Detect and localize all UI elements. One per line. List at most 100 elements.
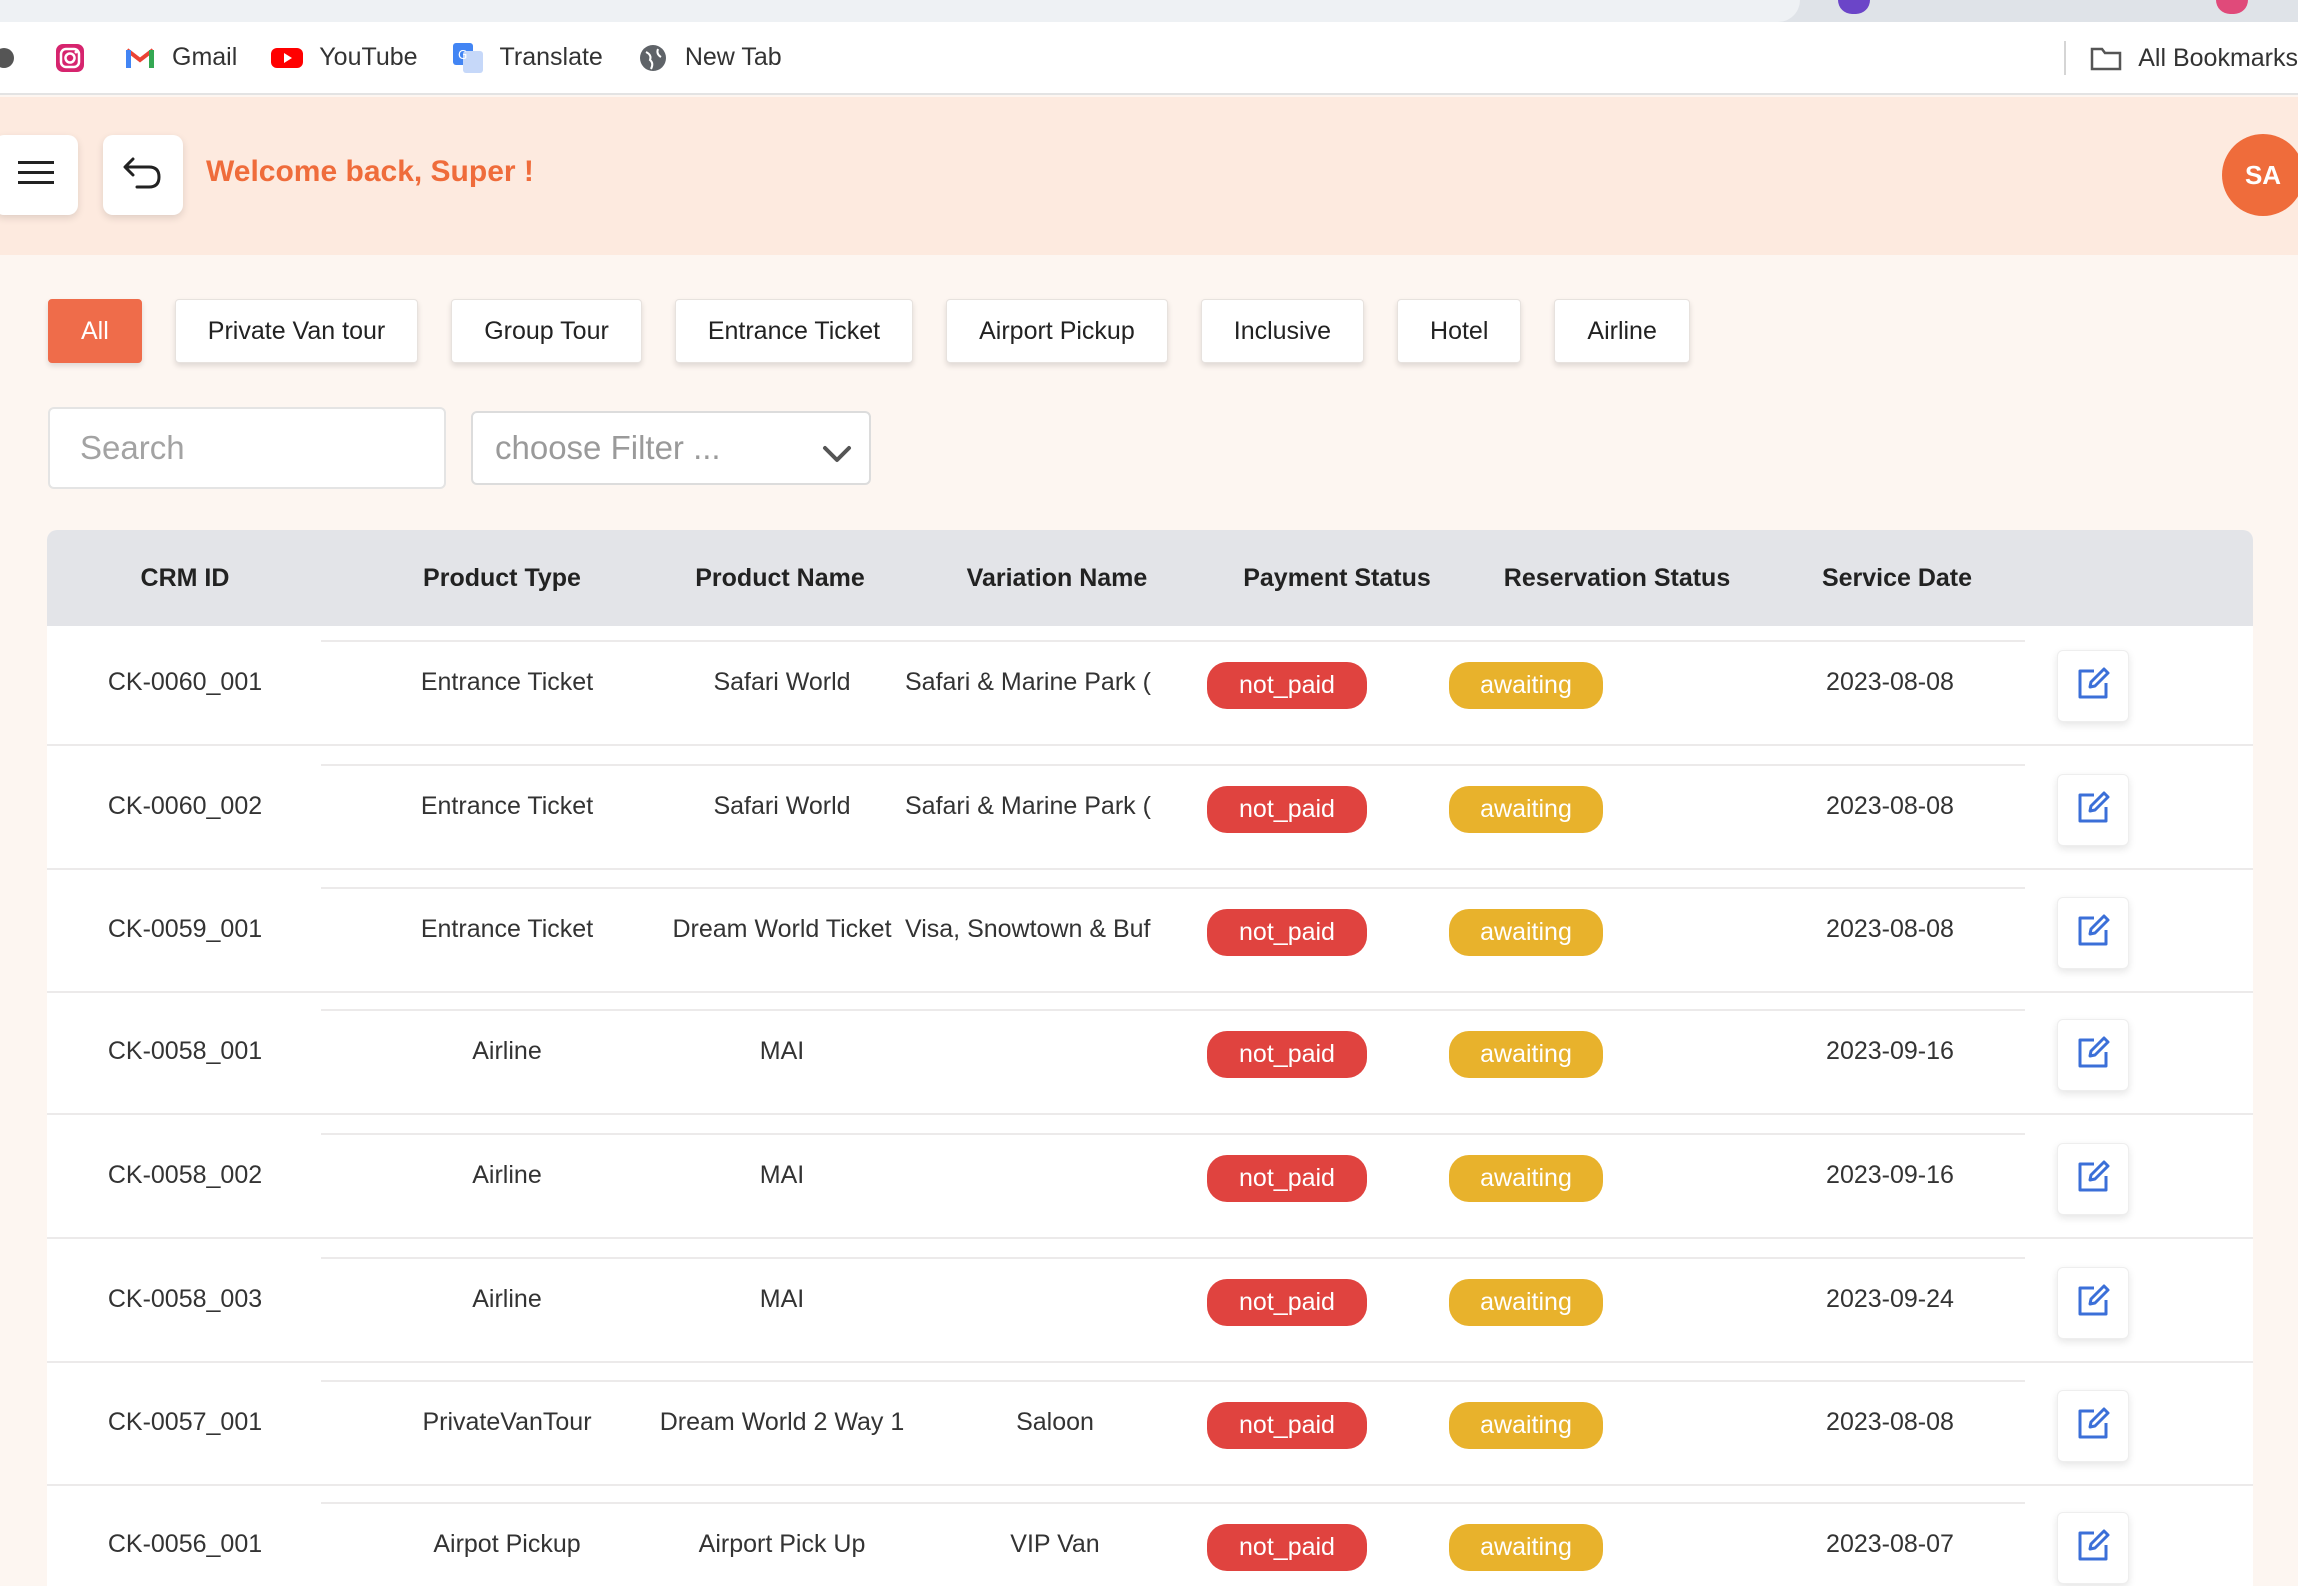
youtube-icon [271,42,304,74]
payment-status-badge: not_paid [1207,1402,1367,1449]
browser-tab-strip [0,0,2298,22]
tab-group-tour[interactable]: Group Tour [451,299,642,363]
table-row: CK-0058_001 Airline MAI 2023-09-16 not_paid a… [47,995,2253,1119]
tab-entrance-ticket[interactable]: Entrance Ticket [674,299,914,363]
globe-icon [0,42,20,74]
cell-crm-id: CK-0060_002 [107,792,263,820]
divider [2064,41,2067,75]
tab-airport-pickup[interactable]: Airport Pickup [946,299,1168,363]
cell-crm-id: CK-0058_003 [107,1285,263,1313]
app-header: Welcome back, Super ! SA [0,97,2298,255]
row-divider [321,1257,2025,1259]
tab-airline[interactable]: Airline [1554,299,1690,363]
row-divider [47,868,2253,870]
payment-status-badge: not_paid [1207,1155,1367,1202]
bookmark-instagram[interactable] [54,38,102,78]
all-bookmarks[interactable]: All Bookmarks [2064,38,2298,78]
edit-icon [2074,1527,2112,1570]
cell-crm-id: CK-0060_001 [107,668,263,696]
cell-product-type: PrivateVanTour [422,1408,592,1436]
row-divider [47,744,2253,746]
reservation-status-badge: awaiting [1449,1524,1603,1571]
extension-icon[interactable] [1838,0,1870,14]
reservations-table: CRM ID Product Type Product Name Variati… [47,530,2253,1586]
undo-arrow-icon [121,153,165,198]
reservation-status-badge: awaiting [1449,1279,1603,1326]
row-divider [321,1502,2025,1504]
column-header-variation-name: Variation Name [966,563,1148,592]
instagram-icon [54,42,86,74]
bookmark-partial[interactable] [0,38,36,78]
table-row: CK-0058_002 Airline MAI 2023-09-16 not_paid a… [47,1119,2253,1243]
cell-product-name: Dream World Ticket [672,915,892,943]
cell-variation: VIP Van [1010,1530,1100,1558]
back-button[interactable] [103,135,183,215]
cell-crm-id: CK-0058_001 [107,1037,263,1065]
edit-button[interactable] [2057,897,2129,969]
edit-icon [2074,789,2112,832]
edit-icon [2074,1282,2112,1325]
table-header: CRM ID Product Type Product Name Variati… [47,530,2253,626]
cell-product-name: Airport Pick Up [698,1530,866,1558]
gmail-icon [124,42,156,74]
bookmark-gmail[interactable]: Gmail [124,38,237,78]
cell-product-name: MAI [759,1037,805,1065]
edit-icon [2074,1405,2112,1448]
column-header-product-type: Product Type [423,563,581,592]
cell-date: 2023-09-24 [1826,1285,1954,1313]
edit-button[interactable] [2057,1267,2129,1339]
edit-button[interactable] [2057,650,2129,722]
filter-placeholder: choose Filter ... [495,429,721,466]
search-input[interactable] [48,407,446,489]
cell-date: 2023-08-07 [1826,1530,1954,1558]
column-header-service-date: Service Date [1821,563,1973,592]
table-row: CK-0059_001 Entrance Ticket Dream World Ti… [47,873,2253,997]
user-avatar[interactable]: SA [2222,134,2298,216]
row-divider [47,1484,2253,1486]
cell-product-type: Airpot Pickup [433,1530,581,1558]
edit-icon [2074,1034,2112,1077]
address-bar[interactable] [0,0,1800,22]
edit-icon [2074,912,2112,955]
table-row: CK-0057_001 PrivateVanTour Dream World 2 W… [47,1366,2253,1490]
cell-product-type: Airline [472,1161,542,1189]
tab-inclusive[interactable]: Inclusive [1200,299,1365,363]
reservation-status-badge: awaiting [1449,1402,1603,1449]
table-row: CK-0060_001 Entrance Ticket Safari World Sa… [47,626,2253,750]
chevron-down-icon [821,435,853,473]
cell-date: 2023-09-16 [1826,1037,1954,1065]
payment-status-badge: not_paid [1207,1524,1367,1571]
reservation-status-badge: awaiting [1449,786,1603,833]
cell-product-name: Safari World [713,792,851,820]
row-divider [321,1009,2025,1011]
cell-product-name: MAI [759,1161,805,1189]
row-divider [47,1237,2253,1239]
cell-product-type: Airline [472,1037,542,1065]
payment-status-badge: not_paid [1207,662,1367,709]
tab-all[interactable]: All [48,299,142,363]
bookmark-youtube[interactable]: YouTube [271,38,418,78]
cell-crm-id: CK-0059_001 [107,915,263,943]
edit-button[interactable] [2057,1390,2129,1462]
edit-button[interactable] [2057,1143,2129,1215]
filter-select[interactable]: choose Filter ... [471,411,871,485]
edit-button[interactable] [2057,774,2129,846]
menu-button[interactable] [0,135,78,215]
bookmark-translate[interactable]: G Translate [452,38,603,78]
reservation-status-badge: awaiting [1449,909,1603,956]
bookmark-new-tab[interactable]: New Tab [637,38,782,78]
cell-crm-id: CK-0058_002 [107,1161,263,1189]
cell-variation: Saloon [1016,1408,1094,1436]
edit-button[interactable] [2057,1512,2129,1584]
tab-hotel[interactable]: Hotel [1397,299,1522,363]
bookmarks-bar: Gmail YouTube G Translate New Tab All Bo… [0,22,2298,95]
cell-product-type: Airline [472,1285,542,1313]
column-header-payment-status: Payment Status [1243,563,1431,592]
profile-icon[interactable] [2216,0,2248,14]
row-divider [47,1113,2253,1115]
tab-private-van-tour[interactable]: Private Van tour [174,299,419,363]
cell-product-type: Entrance Ticket [420,915,594,943]
bookmark-label: YouTube [319,43,418,71]
edit-icon [2074,1158,2112,1201]
edit-button[interactable] [2057,1019,2129,1091]
